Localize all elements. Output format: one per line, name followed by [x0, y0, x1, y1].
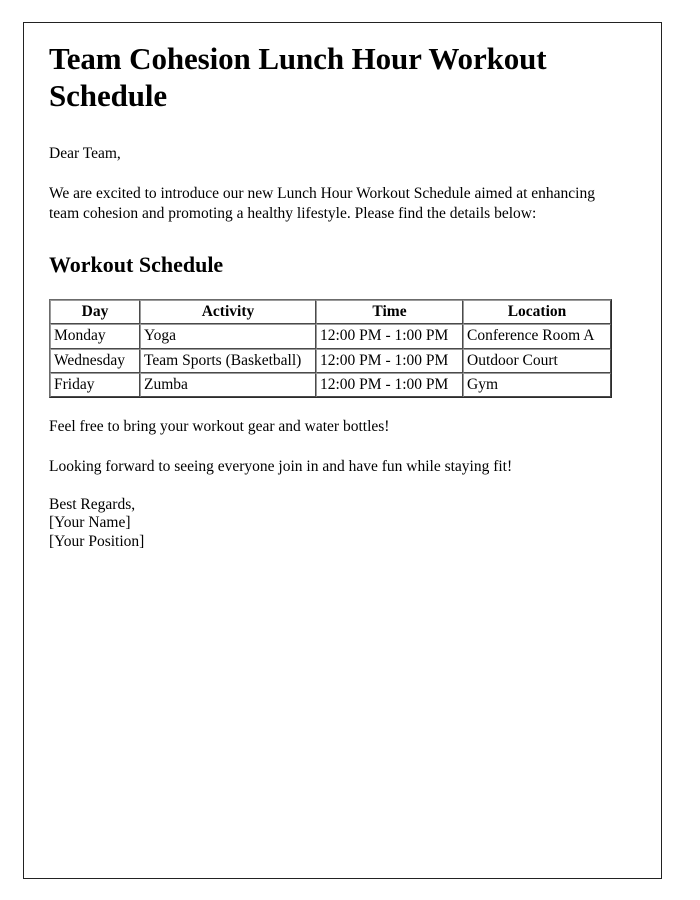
cell-day: Friday [50, 373, 140, 398]
note-bring-gear: Feel free to bring your workout gear and… [49, 418, 390, 436]
column-header-location: Location [463, 299, 611, 325]
column-header-time: Time [316, 299, 463, 325]
table-header-row: Day Activity Time Location [50, 299, 611, 325]
table-header: Day Activity Time Location [50, 299, 611, 325]
signature-position-placeholder: [Your Position] [49, 532, 145, 550]
table-row: Friday Zumba 12:00 PM - 1:00 PM Gym [50, 373, 611, 398]
cell-location: Outdoor Court [463, 348, 611, 374]
cell-time: 12:00 PM - 1:00 PM [316, 324, 463, 349]
document-body: Team Cohesion Lunch Hour Workout Schedul… [49, 41, 615, 551]
cell-time: 12:00 PM - 1:00 PM [316, 348, 463, 374]
document-page: Team Cohesion Lunch Hour Workout Schedul… [23, 22, 662, 879]
table-row: Monday Yoga 12:00 PM - 1:00 PM Conferenc… [50, 324, 611, 349]
cell-day: Wednesday [50, 348, 140, 374]
cell-activity: Team Sports (Basketball) [140, 348, 316, 374]
signature-name-placeholder: [Your Name] [49, 514, 131, 532]
table-body: Monday Yoga 12:00 PM - 1:00 PM Conferenc… [50, 324, 611, 398]
cell-activity: Zumba [140, 373, 316, 398]
page-title: Team Cohesion Lunch Hour Workout Schedul… [49, 41, 547, 113]
column-header-day: Day [50, 299, 140, 325]
table-row: Wednesday Team Sports (Basketball) 12:00… [50, 348, 611, 374]
column-header-activity: Activity [140, 299, 316, 325]
cell-time: 12:00 PM - 1:00 PM [316, 373, 463, 398]
intro-paragraph: We are excited to introduce our new Lunc… [49, 184, 595, 223]
signature-block: Best Regards, [Your Name] [Your Position… [49, 496, 615, 550]
workout-schedule-table: Day Activity Time Location Monday Yoga 1… [49, 298, 612, 399]
signature-closing: Best Regards, [49, 496, 136, 514]
cell-location: Conference Room A [463, 324, 611, 349]
note-closing: Looking forward to seeing everyone join … [49, 457, 513, 475]
cell-activity: Yoga [140, 324, 316, 349]
salutation-text: Dear Team, [49, 145, 121, 163]
section-heading-workout-schedule: Workout Schedule [49, 251, 224, 277]
cell-location: Gym [463, 373, 611, 398]
cell-day: Monday [50, 324, 140, 349]
